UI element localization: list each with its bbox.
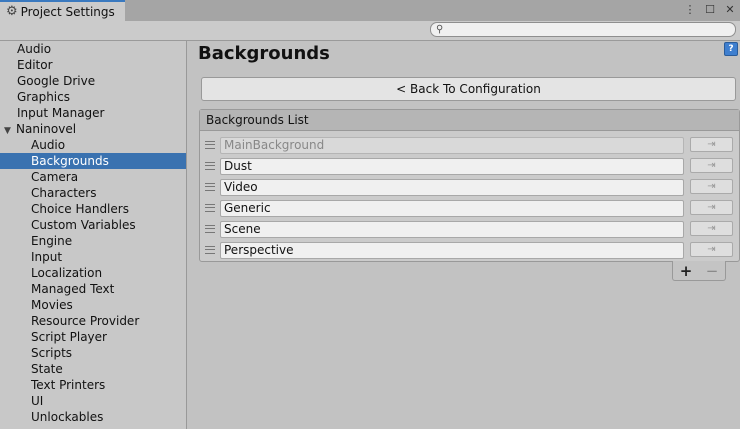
search-input[interactable]: ⚲	[430, 22, 736, 37]
drag-handle-icon[interactable]	[205, 246, 215, 254]
drag-handle-icon[interactable]	[205, 225, 215, 233]
sidebar-item[interactable]: Movies	[0, 297, 186, 313]
background-name-field[interactable]: Video	[220, 179, 684, 196]
sidebar-item-label: Scripts	[31, 346, 73, 360]
project-settings-tab[interactable]: ⚙ Project Settings	[0, 0, 125, 21]
main-panel: Backgrounds ? < Back To Configuration Ba…	[188, 41, 740, 429]
sidebar-item[interactable]: Scripts	[0, 345, 186, 361]
sidebar-item-label: Custom Variables	[31, 218, 136, 232]
close-icon[interactable]: ✕	[724, 2, 736, 18]
sidebar-item-label: Localization	[31, 266, 103, 280]
sidebar-item-label: Characters	[31, 186, 97, 200]
open-item-icon[interactable]: ⇥	[690, 221, 733, 236]
toolbar: ⚲	[0, 21, 740, 41]
open-item-icon[interactable]: ⇥	[690, 158, 733, 173]
sidebar-item[interactable]: Managed Text	[0, 281, 186, 297]
list-item: Perspective ⇥	[200, 240, 739, 261]
sidebar-item-label: Audio	[17, 42, 52, 56]
open-item-icon[interactable]: ⇥	[690, 242, 733, 257]
sidebar-item[interactable]: Editor	[0, 57, 186, 73]
sidebar-item[interactable]: Choice Handlers	[0, 201, 186, 217]
add-item-button[interactable]: +	[680, 263, 693, 279]
open-item-icon[interactable]: ⇥	[690, 179, 733, 194]
more-menu-icon[interactable]: ⋮	[684, 2, 696, 18]
sidebar-item[interactable]: Audio	[0, 137, 186, 153]
sidebar-item[interactable]: Resource Provider	[0, 313, 186, 329]
list-footer: + −	[672, 261, 726, 281]
sidebar-item-label: Managed Text	[31, 282, 115, 296]
drag-handle-icon[interactable]	[205, 183, 215, 191]
sidebar-item-label: Audio	[31, 138, 66, 152]
sidebar-item[interactable]: ▼ Naninovel	[0, 121, 186, 137]
back-to-configuration-button[interactable]: < Back To Configuration	[201, 77, 736, 101]
sidebar-item[interactable]: Input	[0, 249, 186, 265]
sidebar-item[interactable]: State	[0, 361, 186, 377]
backgrounds-list: Backgrounds List MainBackground ⇥ Dust ⇥ Vid…	[199, 109, 740, 262]
sidebar-item-label: Choice Handlers	[31, 202, 129, 216]
sidebar-item[interactable]: Script Player	[0, 329, 186, 345]
background-name-field[interactable]: Generic	[220, 200, 684, 217]
open-item-icon[interactable]: ⇥	[690, 137, 733, 152]
remove-item-button[interactable]: −	[706, 263, 719, 279]
drag-handle-icon[interactable]	[205, 204, 215, 212]
expand-arrow-icon[interactable]: ▼	[4, 123, 16, 139]
sidebar-item-label: Movies	[31, 298, 73, 312]
list-item: Generic ⇥	[200, 198, 739, 219]
list-header: Backgrounds List	[200, 110, 739, 131]
drag-handle-icon[interactable]	[205, 141, 215, 149]
background-name-field: MainBackground	[220, 137, 684, 154]
sidebar-item-label: Graphics	[17, 90, 70, 104]
sidebar-item-label: Backgrounds	[31, 154, 109, 168]
sidebar-item[interactable]: Localization	[0, 265, 186, 281]
background-name-field[interactable]: Dust	[220, 158, 684, 175]
sidebar-item[interactable]: Backgrounds	[0, 153, 186, 169]
sidebar-item-label: Input Manager	[17, 106, 105, 120]
background-name-field[interactable]: Scene	[220, 221, 684, 238]
sidebar-item-label: Google Drive	[17, 74, 96, 88]
sidebar-item[interactable]: Unlockables	[0, 409, 186, 425]
sidebar-item[interactable]: Graphics	[0, 89, 186, 105]
sidebar-item[interactable]: Text Printers	[0, 377, 186, 393]
sidebar-item-label: Naninovel	[16, 122, 77, 136]
sidebar-item-label: Engine	[31, 234, 73, 248]
settings-sidebar: Audio Editor Google Drive Graphics Input Man…	[0, 41, 187, 429]
sidebar-item-label: Unlockables	[31, 410, 104, 424]
help-icon[interactable]: ?	[724, 42, 738, 56]
sidebar-item-label: Script Player	[31, 330, 107, 344]
maximize-icon[interactable]: ☐	[704, 2, 716, 18]
sidebar-item[interactable]: Custom Variables	[0, 217, 186, 233]
list-item: MainBackground ⇥	[200, 135, 739, 156]
sidebar-item-label: Resource Provider	[31, 314, 140, 328]
sidebar-item[interactable]: UI	[0, 393, 186, 409]
sidebar-item-label: Camera	[31, 170, 79, 184]
background-name-field[interactable]: Perspective	[220, 242, 684, 259]
sidebar-item-label: State	[31, 362, 63, 376]
page-title: Backgrounds	[198, 43, 330, 64]
list-item: Scene ⇥	[200, 219, 739, 240]
sidebar-item[interactable]: Engine	[0, 233, 186, 249]
sidebar-item-label: Text Printers	[31, 378, 106, 392]
sidebar-item[interactable]: Characters	[0, 185, 186, 201]
list-item: Dust ⇥	[200, 156, 739, 177]
search-icon: ⚲	[436, 24, 444, 35]
window-tab-bar: ⚙ Project Settings ⋮ ☐ ✕	[0, 0, 740, 21]
tab-title: Project Settings	[20, 4, 115, 19]
sidebar-item-label: UI	[31, 394, 44, 408]
gear-icon: ⚙	[6, 4, 18, 19]
sidebar-item-label: Editor	[17, 58, 53, 72]
sidebar-item-label: Input	[31, 250, 63, 264]
sidebar-item[interactable]: Camera	[0, 169, 186, 185]
open-item-icon[interactable]: ⇥	[690, 200, 733, 215]
sidebar-item[interactable]: Google Drive	[0, 73, 186, 89]
list-item: Video ⇥	[200, 177, 739, 198]
sidebar-item[interactable]: Input Manager	[0, 105, 186, 121]
sidebar-item[interactable]: Audio	[0, 41, 186, 57]
drag-handle-icon[interactable]	[205, 162, 215, 170]
window-controls: ⋮ ☐ ✕	[684, 2, 736, 18]
